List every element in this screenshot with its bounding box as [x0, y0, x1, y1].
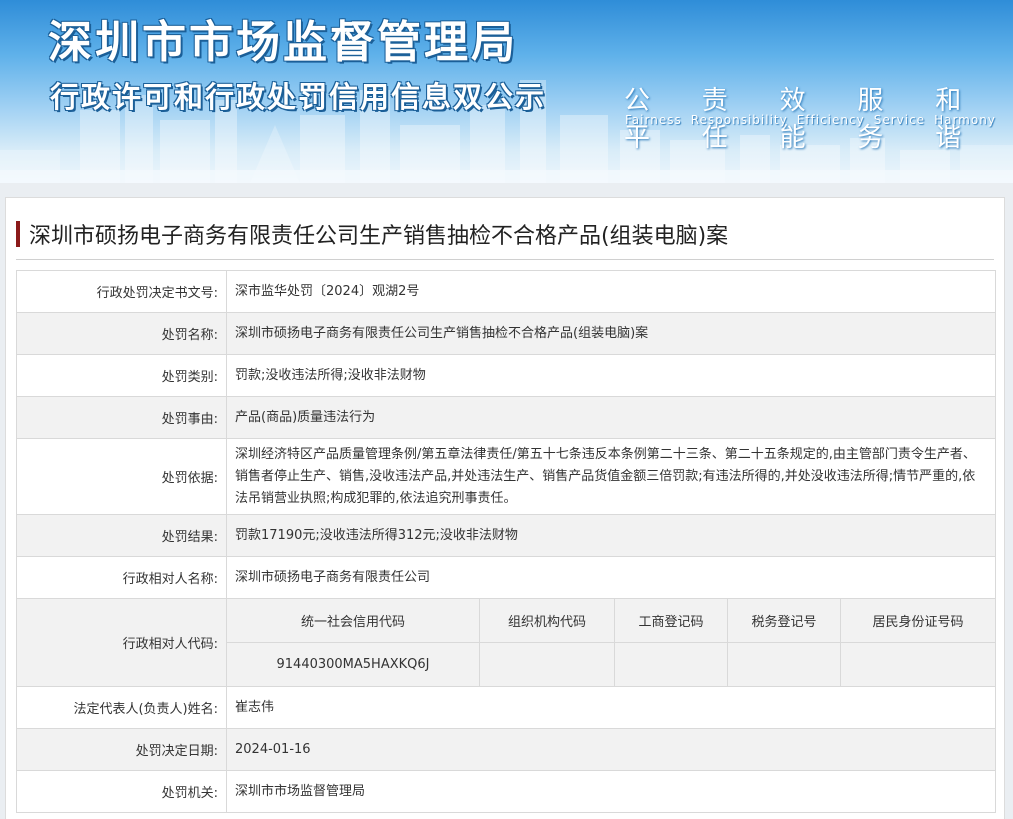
value-decision-date: 2024-01-16 [226, 728, 996, 771]
label-authority: 处罚机关: [16, 770, 227, 813]
row-authority: 处罚机关: 深圳市市场监督管理局 [16, 770, 996, 813]
value-credit-code: 91440300MA5HAXKQ6J [276, 656, 430, 672]
value-authority: 深圳市市场监督管理局 [226, 770, 996, 813]
row-party-name: 行政相对人名称: 深圳市硕扬电子商务有限责任公司 [16, 556, 996, 599]
header-banner: 深圳市市场监督管理局 行政许可和行政处罚信用信息双公示 公平 责任 效能 服务 … [0, 0, 1013, 183]
value-party-name: 深圳市硕扬电子商务有限责任公司 [226, 556, 996, 599]
label-penalty-result: 处罚结果: [16, 514, 227, 557]
label-party-name: 行政相对人名称: [16, 556, 227, 599]
value-org-code [479, 642, 615, 686]
value-penalty-reason: 产品(商品)质量违法行为 [226, 396, 996, 439]
title-divider [16, 259, 994, 260]
row-legal-rep: 法定代表人(负责人)姓名: 崔志伟 [16, 686, 996, 729]
case-info-table: 行政处罚决定书文号: 深市监华处罚〔2024〕观湖2号 处罚名称: 深圳市硕扬电… [16, 270, 996, 813]
slogan-en-harmony: Harmony [934, 113, 996, 127]
party-code-value-row: 91440300MA5HAXKQ6J [227, 642, 995, 686]
value-legal-rep: 崔志伟 [226, 686, 996, 729]
case-title-text: 深圳市硕扬电子商务有限责任公司生产销售抽检不合格产品(组装电脑)案 [29, 224, 729, 249]
row-penalty-type: 处罚类别: 罚款;没收违法所得;没收非法财物 [16, 354, 996, 397]
title-accent-bar [16, 221, 20, 247]
label-penalty-type: 处罚类别: [16, 354, 227, 397]
label-penalty-reason: 处罚事由: [16, 396, 227, 439]
header-credit-code: 统一社会信用代码 [227, 599, 480, 643]
party-code-header-row: 统一社会信用代码 组织机构代码 工商登记码 税务登记号 居民身份证号码 [227, 599, 995, 643]
banner-title: 深圳市市场监督管理局 [48, 17, 518, 68]
party-code-table: 统一社会信用代码 组织机构代码 工商登记码 税务登记号 居民身份证号码 9144… [227, 599, 995, 686]
label-penalty-name: 处罚名称: [16, 312, 227, 355]
row-penalty-name: 处罚名称: 深圳市硕扬电子商务有限责任公司生产销售抽检不合格产品(组装电脑)案 [16, 312, 996, 355]
value-penalty-type: 罚款;没收违法所得;没收非法财物 [226, 354, 996, 397]
header-tax-reg: 税务登记号 [727, 599, 841, 643]
row-penalty-reason: 处罚事由: 产品(商品)质量违法行为 [16, 396, 996, 439]
value-business-reg [614, 642, 728, 686]
slogan-en-efficiency: Efficiency [796, 113, 865, 127]
row-party-code: 行政相对人代码: 统一社会信用代码 组织机构代码 工商登记码 税务登记号 居民身… [16, 598, 996, 687]
case-detail-card: 深圳市硕扬电子商务有限责任公司生产销售抽检不合格产品(组装电脑)案 行政处罚决定… [5, 197, 1005, 819]
slogan-en: Fairness Responsibility Efficiency Servi… [625, 113, 1005, 127]
value-penalty-basis: 深圳经济特区产品质量管理条例/第五章法律责任/第五十七条违反本条例第二十三条、第… [226, 438, 996, 515]
party-code-cell: 统一社会信用代码 组织机构代码 工商登记码 税务登记号 居民身份证号码 9144… [226, 598, 996, 687]
label-legal-rep: 法定代表人(负责人)姓名: [16, 686, 227, 729]
value-penalty-result: 罚款17190元;没收违法所得312元;没收非法财物 [226, 514, 996, 557]
banner-subtitle: 行政许可和行政处罚信用信息双公示 [50, 80, 547, 114]
label-decision-date: 处罚决定日期: [16, 728, 227, 771]
header-org-code: 组织机构代码 [479, 599, 615, 643]
label-party-code: 行政相对人代码: [16, 598, 227, 687]
slogan-en-fairness: Fairness [625, 113, 682, 127]
row-penalty-basis: 处罚依据: 深圳经济特区产品质量管理条例/第五章法律责任/第五十七条违反本条例第… [16, 438, 996, 515]
header-business-reg: 工商登记码 [614, 599, 728, 643]
row-decision-no: 行政处罚决定书文号: 深市监华处罚〔2024〕观湖2号 [16, 270, 996, 313]
label-decision-no: 行政处罚决定书文号: [16, 270, 227, 313]
slogan-en-responsibility: Responsibility [690, 113, 788, 127]
value-tax-reg [727, 642, 841, 686]
value-penalty-name: 深圳市硕扬电子商务有限责任公司生产销售抽检不合格产品(组装电脑)案 [226, 312, 996, 355]
label-penalty-basis: 处罚依据: [16, 438, 227, 515]
header-id-card: 居民身份证号码 [840, 599, 995, 643]
row-penalty-result: 处罚结果: 罚款17190元;没收违法所得312元;没收非法财物 [16, 514, 996, 557]
value-decision-no: 深市监华处罚〔2024〕观湖2号 [226, 270, 996, 313]
value-id-card [840, 642, 995, 686]
row-decision-date: 处罚决定日期: 2024-01-16 [16, 728, 996, 771]
slogan-en-service: Service [873, 113, 926, 127]
case-title: 深圳市硕扬电子商务有限责任公司生产销售抽检不合格产品(组装电脑)案 [16, 218, 994, 250]
